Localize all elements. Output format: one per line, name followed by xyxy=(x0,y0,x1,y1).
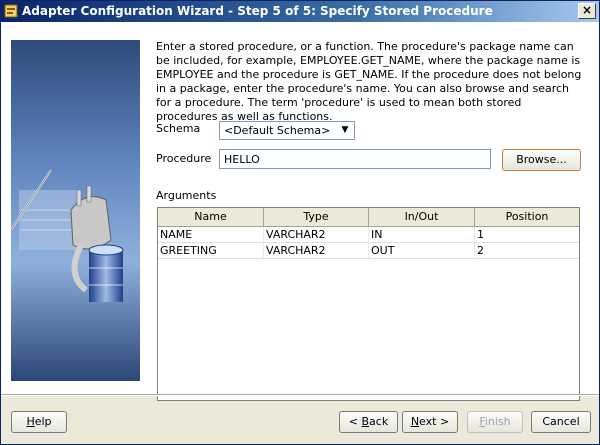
cell-position: 2 xyxy=(477,244,484,257)
next-button[interactable]: Next > xyxy=(402,411,458,433)
cell-name: NAME xyxy=(158,227,264,243)
finish-label: inish xyxy=(484,415,511,428)
help-mnemonic: H xyxy=(26,415,35,428)
cell-position: 1 xyxy=(477,228,484,241)
help-label: elp xyxy=(34,415,52,428)
column-header-position[interactable]: Position xyxy=(475,208,579,226)
chevron-down-icon[interactable]: ▼ xyxy=(338,124,352,137)
column-header-type[interactable]: Type xyxy=(264,208,369,226)
procedure-label: Procedure xyxy=(156,152,212,165)
next-label: ext > xyxy=(419,415,450,428)
next-mnemonic: N xyxy=(410,415,420,428)
table-row[interactable]: NAME VARCHAR2 IN 1 xyxy=(158,227,579,243)
schema-label: Schema xyxy=(156,122,201,135)
wizard-icon xyxy=(4,4,18,18)
cell-type: VARCHAR2 xyxy=(264,227,369,243)
cell-inout: OUT xyxy=(369,243,475,259)
back-button[interactable]: < Back xyxy=(339,411,398,433)
window-title: Adapter Configuration Wizard - Step 5 of… xyxy=(22,4,493,18)
arguments-label: Arguments xyxy=(156,189,217,202)
table-row[interactable]: GREETING VARCHAR2 OUT 2 xyxy=(158,243,579,259)
cell-inout: IN xyxy=(369,227,475,243)
column-header-name[interactable]: Name xyxy=(158,208,264,226)
schema-select-value: <Default Schema> xyxy=(224,124,331,137)
arguments-table-header: Name Type In/Out Position xyxy=(158,208,579,227)
finish-button[interactable]: Finish xyxy=(467,411,523,433)
back-mnemonic: B xyxy=(361,415,370,428)
title-bar[interactable]: Adapter Configuration Wizard - Step 5 of… xyxy=(1,1,599,22)
wizard-body: Enter a stored procedure, or a function.… xyxy=(1,22,599,401)
cancel-button[interactable]: Cancel xyxy=(531,411,591,433)
cell-name: GREETING xyxy=(158,243,264,259)
back-prefix: < xyxy=(348,415,362,428)
close-button[interactable]: × xyxy=(578,3,596,19)
adapter-wizard-dialog: Adapter Configuration Wizard - Step 5 of… xyxy=(0,0,600,445)
back-label: ack xyxy=(369,415,389,428)
instructions-text: Enter a stored procedure, or a function.… xyxy=(156,40,582,123)
help-button[interactable]: Help xyxy=(11,411,67,433)
column-header-inout[interactable]: In/Out xyxy=(369,208,475,226)
browse-button[interactable]: Browse... xyxy=(502,149,581,171)
footer-divider xyxy=(1,394,599,396)
arguments-table[interactable]: Name Type In/Out Position NAME VARCHAR2 … xyxy=(157,207,580,401)
procedure-input[interactable] xyxy=(219,149,491,169)
cell-type: VARCHAR2 xyxy=(264,243,369,259)
database-adapter-plug-illustration xyxy=(11,40,140,381)
schema-select[interactable]: <Default Schema> ▼ xyxy=(219,121,355,140)
